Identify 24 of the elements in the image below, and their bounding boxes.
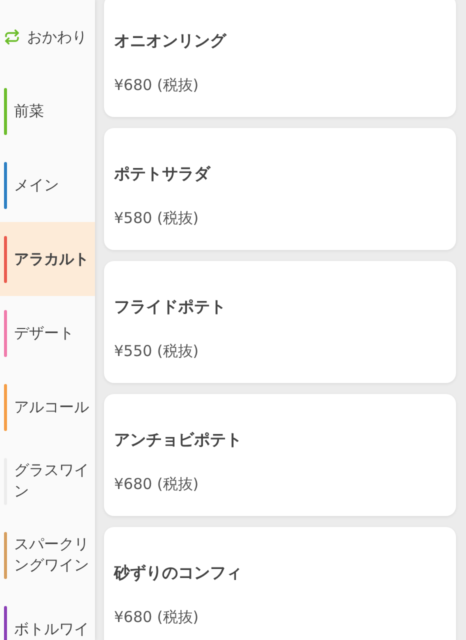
category-tab[interactable]: スパークリングワイン [0, 518, 95, 592]
item-price: ¥550 (税抜) [114, 342, 200, 361]
category-tab[interactable]: アラカルト [0, 222, 95, 296]
item-name: オニオンリング [114, 31, 228, 52]
item-price: ¥680 (税抜) [114, 608, 200, 627]
item-name: フライドポテト [114, 297, 227, 318]
item-name: 砂ずりのコンフィ [114, 563, 243, 584]
category-tab[interactable]: デザート [0, 296, 95, 370]
category-tab[interactable]: おかわり [0, 0, 95, 74]
item-price: ¥680 (税抜) [114, 76, 200, 95]
category-tab[interactable]: ボトルワイ [0, 592, 95, 640]
item-price: ¥680 (税抜) [114, 475, 200, 494]
item-price: ¥580 (税抜) [114, 209, 200, 228]
menu-card[interactable]: 砂ずりのコンフィ ¥680 (税抜) [104, 527, 456, 640]
category-tab[interactable]: メイン [0, 148, 95, 222]
menu-card[interactable]: フライドポテト ¥550 (税抜) [104, 261, 456, 383]
category-tab[interactable]: 前菜 [0, 74, 95, 148]
menu-card[interactable]: オニオンリング ¥680 (税抜) [104, 0, 456, 117]
item-name: アンチョビポテト [114, 430, 243, 451]
category-tab[interactable]: アルコール [0, 370, 95, 444]
item-name: ポテトサラダ [114, 164, 212, 185]
menu-card[interactable]: アンチョビポテト ¥680 (税抜) [104, 394, 456, 516]
category-tab[interactable]: グラスワイン [0, 444, 95, 518]
menu-card[interactable]: ポテトサラダ ¥580 (税抜) [104, 128, 456, 250]
